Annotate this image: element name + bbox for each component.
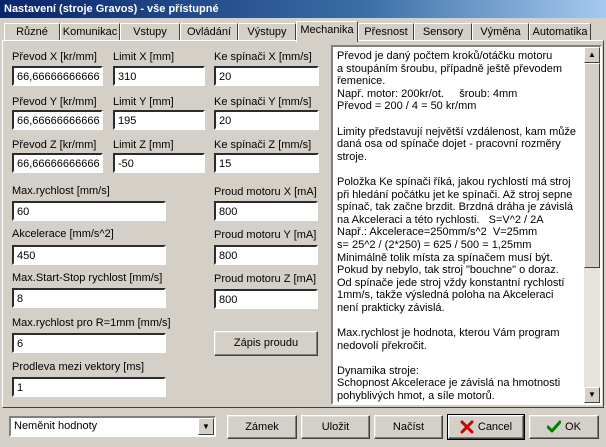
mechanika-panel: Převod X [kr/mm] 66,66666666666 Limit X … <box>2 40 604 408</box>
limit-x-label: Limit X [mm] <box>113 51 175 63</box>
tab-vymena[interactable]: Výměna <box>472 23 529 41</box>
scroll-thumb[interactable] <box>584 63 600 268</box>
scroll-down-icon[interactable]: ▼ <box>584 387 600 403</box>
proud-y-input[interactable]: 800 <box>214 245 318 265</box>
proud-x-input[interactable]: 800 <box>214 201 318 221</box>
limit-z-input[interactable]: -50 <box>113 153 205 173</box>
proud-y-label: Proud motoru Y [mA] <box>214 229 317 241</box>
spinac-x-label: Ke spínači X [mm/s] <box>214 51 312 63</box>
spinac-y-input[interactable]: 20 <box>214 110 319 130</box>
tab-automatika[interactable]: Automatika <box>529 23 591 41</box>
ulozit-button[interactable]: Uložit <box>301 415 370 439</box>
limit-y-input[interactable]: 195 <box>113 110 205 130</box>
mode-select-value: Neměnit hodnoty <box>14 420 98 432</box>
rychlost-r-input[interactable]: 6 <box>12 333 166 353</box>
chevron-down-icon[interactable]: ▼ <box>198 418 214 435</box>
help-text: Převod je daný počtem kroků/otáčku motor… <box>337 50 577 403</box>
window-title: Nastavení (stroje Gravos) - vše přístupn… <box>0 0 606 18</box>
nacist-button[interactable]: Načíst <box>374 415 443 439</box>
start-stop-label: Max.Start-Stop rychlost [mm/s] <box>12 272 163 284</box>
cancel-button[interactable]: Cancel <box>447 414 525 440</box>
prevod-y-input[interactable]: 66,66666666666 <box>12 110 103 130</box>
tab-strip: Různé Komunikac Vstupy Ovládání Výstupy … <box>2 21 604 42</box>
prevod-z-label: Převod Z [kr/mm] <box>12 139 97 151</box>
prevod-y-label: Převod Y [kr/mm] <box>12 96 97 108</box>
settings-window: Nastavení (stroje Gravos) - vše přístupn… <box>0 0 606 447</box>
tab-vstupy[interactable]: Vstupy <box>120 23 180 41</box>
cancel-label: Cancel <box>477 421 513 433</box>
spinac-x-input[interactable]: 20 <box>214 66 319 86</box>
mode-select[interactable]: Neměnit hodnoty ▼ <box>9 416 216 437</box>
proud-z-label: Proud motoru Z [mA] <box>214 273 317 285</box>
scroll-up-icon[interactable]: ▲ <box>584 47 600 63</box>
limit-z-label: Limit Z [mm] <box>113 139 174 151</box>
cancel-icon <box>460 420 474 434</box>
rychlost-r-label: Max.rychlost pro R=1mm [mm/s] <box>12 317 171 329</box>
spinac-z-label: Ke spínači Z [mm/s] <box>214 139 312 151</box>
max-rychlost-input[interactable]: 60 <box>12 201 166 221</box>
akcelerace-input[interactable]: 450 <box>12 245 166 265</box>
limit-x-input[interactable]: 310 <box>113 66 205 86</box>
prodleva-label: Prodleva mezi vektory [ms] <box>12 361 145 373</box>
tab-komunikace[interactable]: Komunikac <box>60 23 120 41</box>
tab-vystupy[interactable]: Výstupy <box>238 23 296 41</box>
prevod-z-input[interactable]: 66,66666666666 <box>12 153 103 173</box>
spinac-z-input[interactable]: 15 <box>214 153 319 173</box>
help-textarea[interactable]: Převod je daný počtem kroků/otáčku motor… <box>331 45 602 405</box>
max-rychlost-label: Max.rychlost [mm/s] <box>12 185 110 197</box>
zapis-proudu-button[interactable]: Zápis proudu <box>214 331 318 356</box>
prevod-x-label: Převod X [kr/mm] <box>12 51 97 63</box>
help-scrollbar[interactable]: ▲ ▼ <box>584 47 600 403</box>
tab-ruzne[interactable]: Různé <box>4 23 60 41</box>
ok-button[interactable]: OK <box>529 415 599 439</box>
tab-mechanika[interactable]: Mechanika <box>296 21 358 42</box>
proud-z-input[interactable]: 800 <box>214 289 318 309</box>
akcelerace-label: Akcelerace [mm/s^2] <box>12 228 114 240</box>
tab-sensory[interactable]: Sensory <box>414 23 472 41</box>
prodleva-input[interactable]: 1 <box>12 377 166 397</box>
proud-x-label: Proud motoru X [mA] <box>214 186 317 198</box>
tab-ovladani[interactable]: Ovládání <box>180 23 238 41</box>
zamek-button[interactable]: Zámek <box>227 415 297 439</box>
tab-presnost[interactable]: Přesnost <box>358 23 414 41</box>
start-stop-input[interactable]: 8 <box>12 288 166 308</box>
spinac-y-label: Ke spínači Y [mm/s] <box>214 96 312 108</box>
ok-label: OK <box>565 421 581 433</box>
prevod-x-input[interactable]: 66,66666666666 <box>12 66 103 86</box>
checkmark-icon <box>547 420 562 433</box>
limit-y-label: Limit Y [mm] <box>113 96 174 108</box>
